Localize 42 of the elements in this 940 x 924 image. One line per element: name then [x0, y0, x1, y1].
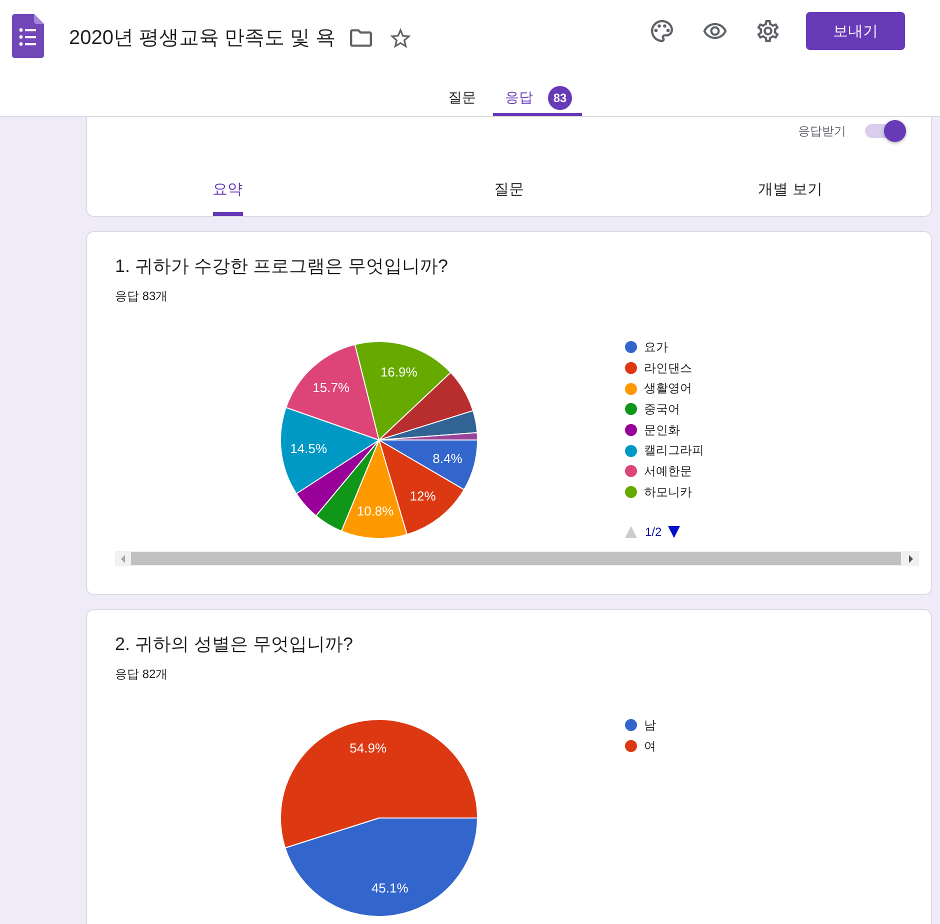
legend-label: 남	[644, 716, 656, 734]
legend-label: 하모니카	[644, 484, 692, 501]
horizontal-scrollbar[interactable]	[115, 551, 919, 566]
slice-label: 45.1%	[371, 880, 408, 896]
slice-label: 8.4%	[432, 451, 462, 466]
settings-icon[interactable]	[757, 20, 779, 42]
star-icon[interactable]	[390, 28, 411, 48]
legend-label: 중국어	[644, 400, 680, 418]
down-triangle-icon[interactable]	[668, 526, 680, 538]
legend-label: 라인댄스	[644, 360, 692, 377]
scrollbar-thumb[interactable]	[131, 552, 901, 565]
slice-label: 12%	[410, 488, 436, 504]
count-badge: 83	[548, 86, 572, 110]
view-tab[interactable]: 개별 보기	[758, 180, 822, 216]
accepting-responses-label: 응답받기	[798, 122, 846, 140]
legend-label: 서예한문	[644, 462, 692, 480]
document-title[interactable]: 2020년 평생교육 만족도 및 욕	[69, 26, 343, 50]
tab[interactable]: 질문	[436, 76, 488, 116]
view-tab[interactable]: 질문	[494, 180, 524, 216]
legend-label: 여	[644, 738, 656, 755]
page-indicator: 1/2	[645, 524, 662, 538]
legend-label: 문인화	[644, 422, 680, 439]
slice-label: 10.8%	[356, 503, 394, 518]
legend-label: 요가	[644, 338, 668, 356]
form-document-icon[interactable]	[12, 14, 44, 58]
slice-label: 16.9%	[380, 364, 418, 380]
folder-icon[interactable]	[350, 29, 372, 47]
response-count: 응답 83개	[115, 288, 169, 304]
slice-label: 54.9%	[350, 740, 387, 756]
legend-label: 캘리그라피	[644, 442, 704, 460]
send-button[interactable]: 보내기	[806, 12, 905, 50]
right-arrow-icon[interactable]	[909, 554, 913, 562]
question-title: 2. 귀하의 성별은 무엇입니까?	[115, 633, 354, 656]
toggle-switch[interactable]	[865, 120, 906, 142]
eye-icon[interactable]	[703, 23, 727, 39]
view-tab[interactable]: 요약	[212, 180, 243, 216]
slice-label: 14.5%	[290, 441, 328, 456]
palette-icon[interactable]	[651, 20, 673, 42]
slice-label: 15.7%	[312, 380, 350, 396]
legend-label: 생활영어	[644, 380, 692, 398]
question-title: 1. 귀하가 수강한 프로그램은 무엇입니까?	[115, 255, 450, 278]
response-count: 응답 82개	[115, 666, 169, 682]
